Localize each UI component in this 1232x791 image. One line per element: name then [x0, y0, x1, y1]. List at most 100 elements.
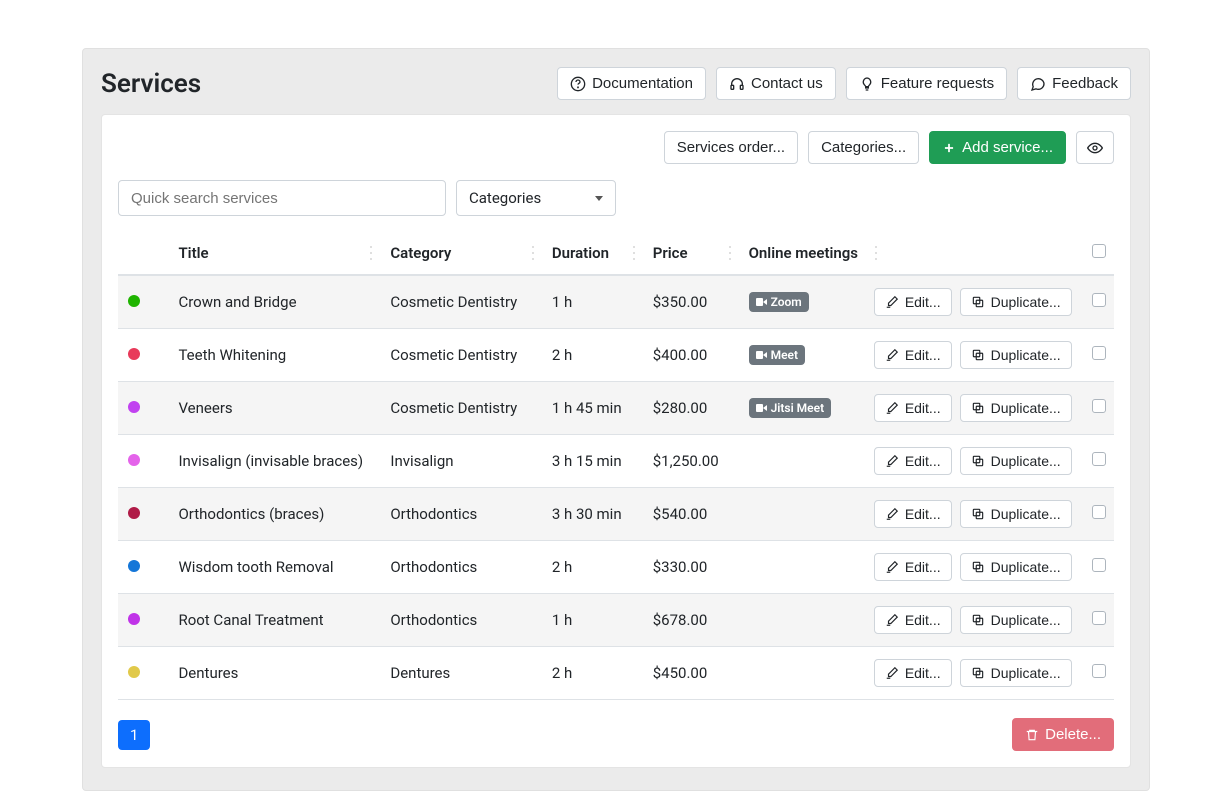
row-checkbox[interactable]	[1092, 558, 1106, 572]
edit-button[interactable]: Edit...	[874, 341, 952, 369]
video-icon	[756, 404, 767, 412]
color-dot	[128, 507, 140, 519]
services-order-label: Services order...	[677, 139, 785, 156]
edit-icon	[885, 560, 899, 574]
cell-price: $280.00	[643, 382, 739, 435]
cell-category: Orthodontics	[380, 541, 541, 594]
cell-category: Orthodontics	[380, 594, 541, 647]
edit-label: Edit...	[905, 347, 941, 363]
th-category[interactable]: Category	[380, 232, 541, 275]
edit-label: Edit...	[905, 559, 941, 575]
duplicate-icon	[971, 295, 985, 309]
chat-icon	[1030, 76, 1046, 92]
duplicate-label: Duplicate...	[991, 347, 1061, 363]
duplicate-label: Duplicate...	[991, 665, 1061, 681]
duplicate-icon	[971, 507, 985, 521]
duplicate-button[interactable]: Duplicate...	[960, 500, 1072, 528]
categories-label: Categories...	[821, 139, 906, 156]
edit-button[interactable]: Edit...	[874, 394, 952, 422]
edit-button[interactable]: Edit...	[874, 447, 952, 475]
cell-category: Cosmetic Dentistry	[380, 275, 541, 329]
services-order-button[interactable]: Services order...	[664, 131, 798, 164]
sort-icon	[633, 246, 635, 260]
row-checkbox[interactable]	[1092, 505, 1106, 519]
edit-icon	[885, 507, 899, 521]
edit-label: Edit...	[905, 400, 941, 416]
cell-duration: 1 h	[542, 275, 643, 329]
online-meeting-badge: Jitsi Meet	[749, 398, 832, 418]
search-input[interactable]	[118, 180, 446, 216]
categories-button[interactable]: Categories...	[808, 131, 919, 164]
visibility-toggle-button[interactable]	[1076, 131, 1114, 164]
categories-filter[interactable]: Categories	[456, 180, 616, 216]
duplicate-icon	[971, 401, 985, 415]
table-row: Invisalign (invisable braces)Invisalign3…	[118, 435, 1114, 488]
duplicate-button[interactable]: Duplicate...	[960, 553, 1072, 581]
edit-button[interactable]: Edit...	[874, 500, 952, 528]
cell-title: Root Canal Treatment	[168, 594, 380, 647]
table-row: Teeth WhiteningCosmetic Dentistry2 h$400…	[118, 329, 1114, 382]
select-all-checkbox[interactable]	[1092, 244, 1106, 258]
cell-category: Invisalign	[380, 435, 541, 488]
edit-icon	[885, 401, 899, 415]
contact-button[interactable]: Contact us	[716, 67, 836, 100]
cell-price: $450.00	[643, 647, 739, 700]
feedback-button[interactable]: Feedback	[1017, 67, 1131, 100]
edit-icon	[885, 666, 899, 680]
edit-button[interactable]: Edit...	[874, 606, 952, 634]
duplicate-button[interactable]: Duplicate...	[960, 394, 1072, 422]
color-dot	[128, 666, 140, 678]
th-online[interactable]: Online meetings	[739, 232, 885, 275]
duplicate-label: Duplicate...	[991, 294, 1061, 310]
duplicate-button[interactable]: Duplicate...	[960, 341, 1072, 369]
row-checkbox[interactable]	[1092, 452, 1106, 466]
header-buttons: Documentation Contact us Feature request…	[557, 67, 1131, 100]
duplicate-icon	[971, 613, 985, 627]
edit-icon	[885, 454, 899, 468]
table-row: Wisdom tooth RemovalOrthodontics2 h$330.…	[118, 541, 1114, 594]
row-checkbox[interactable]	[1092, 346, 1106, 360]
th-duration[interactable]: Duration	[542, 232, 643, 275]
page-number[interactable]: 1	[118, 720, 150, 750]
edit-button[interactable]: Edit...	[874, 288, 952, 316]
row-checkbox[interactable]	[1092, 399, 1106, 413]
th-title[interactable]: Title	[168, 232, 380, 275]
cell-title: Dentures	[168, 647, 380, 700]
row-checkbox[interactable]	[1092, 611, 1106, 625]
cell-title: Veneers	[168, 382, 380, 435]
row-checkbox[interactable]	[1092, 293, 1106, 307]
color-dot	[128, 613, 140, 625]
cell-duration: 2 h	[542, 329, 643, 382]
duplicate-label: Duplicate...	[991, 506, 1061, 522]
th-price[interactable]: Price	[643, 232, 739, 275]
duplicate-button[interactable]: Duplicate...	[960, 288, 1072, 316]
delete-button[interactable]: Delete...	[1012, 718, 1114, 751]
online-meeting-badge: Meet	[749, 345, 805, 365]
cell-duration: 1 h 45 min	[542, 382, 643, 435]
video-icon	[756, 298, 767, 306]
duplicate-button[interactable]: Duplicate...	[960, 659, 1072, 687]
edit-button[interactable]: Edit...	[874, 659, 952, 687]
table-row: Crown and BridgeCosmetic Dentistry1 h$35…	[118, 275, 1114, 329]
edit-button[interactable]: Edit...	[874, 553, 952, 581]
feature-requests-label: Feature requests	[881, 75, 994, 92]
duplicate-icon	[971, 454, 985, 468]
table-row: VeneersCosmetic Dentistry1 h 45 min$280.…	[118, 382, 1114, 435]
cell-title: Orthodontics (braces)	[168, 488, 380, 541]
feature-requests-button[interactable]: Feature requests	[846, 67, 1007, 100]
add-service-button[interactable]: Add service...	[929, 131, 1066, 164]
cell-price: $1,250.00	[643, 435, 739, 488]
help-icon	[570, 76, 586, 92]
duplicate-button[interactable]: Duplicate...	[960, 606, 1072, 634]
edit-label: Edit...	[905, 612, 941, 628]
cell-duration: 2 h	[542, 647, 643, 700]
page-container: Services Documentation Contact us Featur…	[82, 48, 1150, 791]
color-dot	[128, 295, 140, 307]
documentation-label: Documentation	[592, 75, 693, 92]
cell-title: Teeth Whitening	[168, 329, 380, 382]
row-checkbox[interactable]	[1092, 664, 1106, 678]
duplicate-label: Duplicate...	[991, 559, 1061, 575]
documentation-button[interactable]: Documentation	[557, 67, 706, 100]
duplicate-button[interactable]: Duplicate...	[960, 447, 1072, 475]
edit-label: Edit...	[905, 294, 941, 310]
